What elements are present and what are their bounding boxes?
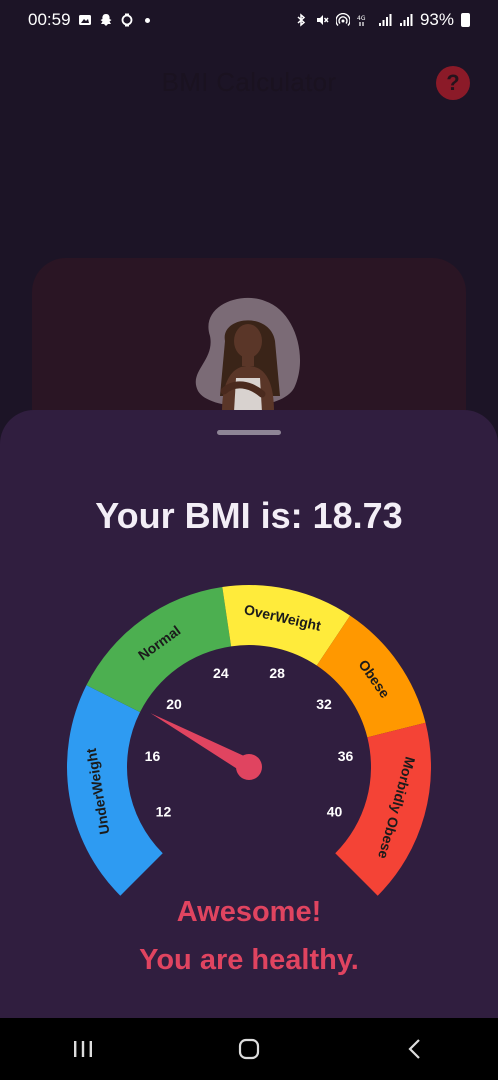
gauge-segment-underweight — [66, 685, 163, 896]
gauge-tick-12: 12 — [156, 803, 172, 819]
gauge-needle-hub — [236, 754, 262, 780]
back-button[interactable] — [395, 1029, 435, 1069]
app-bar: BMI Calculator ? — [0, 55, 498, 111]
notification-dot-icon — [144, 17, 150, 23]
back-icon — [408, 1039, 420, 1059]
data-4g-icon: 4G — [357, 15, 366, 26]
mute-icon — [316, 15, 329, 25]
question-icon: ? — [446, 70, 460, 95]
help-button[interactable]: ? — [436, 66, 470, 100]
battery-icon — [461, 13, 470, 27]
bmi-result-text: Your BMI is: 18.73 — [95, 495, 403, 536]
status-time: 00:59 — [28, 10, 71, 29]
battery-percent: 93% — [419, 10, 454, 29]
gauge-tick-28: 28 — [269, 665, 285, 681]
status-left: 00:59 — [28, 10, 150, 30]
hotspot-icon — [335, 13, 350, 26]
gauge-tick-24: 24 — [213, 665, 229, 681]
recent-apps-button[interactable] — [63, 1029, 103, 1069]
system-nav-bar — [0, 1018, 498, 1080]
svg-text:4G: 4G — [357, 15, 366, 22]
female-avatar-icon — [195, 297, 301, 412]
signal-2-icon — [399, 14, 413, 26]
recent-apps-icon — [74, 1041, 92, 1057]
bmi-gauge: UnderWeightNormalOverWeightObeseMorbidly… — [66, 585, 431, 896]
gauge-tick-20: 20 — [166, 696, 182, 712]
result-message-line2: You are healthy. — [139, 944, 359, 976]
home-icon — [238, 1038, 260, 1060]
snapchat-icon — [100, 14, 112, 26]
gauge-tick-32: 32 — [316, 696, 332, 712]
bluetooth-icon — [297, 13, 306, 27]
gauge-tick-16: 16 — [145, 748, 161, 764]
status-bar: 00:59 4G 93% — [0, 0, 498, 40]
gallery-icon — [78, 15, 91, 25]
drag-handle[interactable] — [217, 430, 281, 435]
watch-icon — [121, 13, 132, 27]
result-message-line1: Awesome! — [176, 896, 322, 928]
home-button[interactable] — [229, 1029, 269, 1069]
app-title: BMI Calculator — [161, 67, 337, 97]
result-sheet: Your BMI is: 18.73 UnderWeight Normal Over… — [0, 410, 498, 1020]
status-right: 4G 93% — [294, 10, 470, 30]
signal-icon — [378, 14, 392, 26]
gauge-tick-36: 36 — [338, 748, 354, 764]
gauge-tick-40: 40 — [327, 803, 343, 819]
